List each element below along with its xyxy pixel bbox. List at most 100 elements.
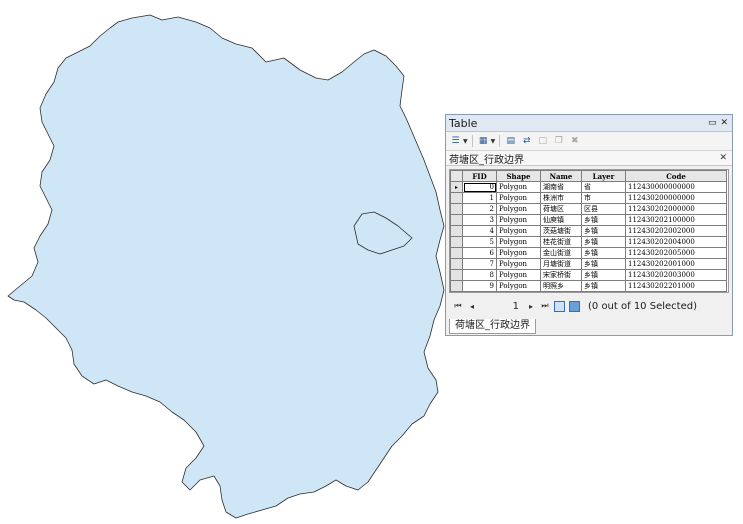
row-selector[interactable] [450,258,463,270]
close-icon[interactable]: ✕ [720,118,728,128]
cell-shape[interactable]: Polygon [496,181,541,193]
cell-name[interactable]: 明照乡 [540,280,582,292]
cell-layer[interactable]: 省 [581,181,626,193]
last-record-icon[interactable]: ⏭ [540,301,550,311]
related-tables-icon[interactable]: ▦ [477,135,490,147]
row-selector[interactable] [450,192,463,204]
cell-shape[interactable]: Polygon [496,280,541,292]
delete-selected-icon[interactable]: ✖ [568,135,581,147]
next-record-icon[interactable]: ▸ [526,302,536,311]
cell-name[interactable]: 茨菇塘街 [540,225,582,237]
cell-fid[interactable]: 9 [462,280,497,292]
cell-shape[interactable]: Polygon [496,247,541,259]
bottom-layer-tab[interactable]: 荷塘区_行政边界 [449,319,536,334]
table-options-dropdown-icon[interactable]: ▼ [463,138,468,145]
switch-selection-icon[interactable]: ⇄ [520,135,533,147]
cell-fid[interactable]: 6 [462,247,497,259]
cell-code[interactable]: 112430202003000 [625,269,727,281]
cell-code[interactable]: 112430202100000 [625,214,727,226]
cell-name[interactable]: 桂花街道 [540,236,582,248]
show-selected-records-icon[interactable] [569,300,580,312]
row-selector[interactable] [450,203,463,215]
table-row[interactable]: 1 Polygon 株洲市市 112430200000000 [450,192,727,204]
cell-shape[interactable]: Polygon [496,192,541,204]
cell-layer[interactable]: 乡镇 [581,269,626,281]
cell-code[interactable]: 112430202000000 [625,203,727,215]
cell-name[interactable]: 宋家桥街 [540,269,582,281]
cell-layer[interactable]: 乡镇 [581,214,626,226]
row-selector[interactable] [450,236,463,248]
cell-name[interactable]: 月塘街道 [540,258,582,270]
cell-layer[interactable]: 乡镇 [581,258,626,270]
show-all-records-icon[interactable] [554,300,565,312]
cell-fid[interactable]: 7 [462,258,497,270]
cell-code[interactable]: 112430202001000 [625,258,727,270]
cell-fid[interactable]: 2 [462,203,497,215]
cell-layer[interactable]: 乡镇 [581,247,626,259]
related-tables-dropdown-icon[interactable]: ▼ [491,138,496,145]
table-row[interactable]: 9 Polygon 明照乡 乡镇 112430202201000 [450,280,727,292]
cell-layer[interactable]: 乡镇 [581,225,626,237]
cell-code[interactable]: 112430000000000 [625,181,727,193]
row-selector-header[interactable] [450,170,463,182]
cell-code[interactable]: 112430202004000 [625,236,727,248]
attribute-grid[interactable]: FID Shape Name Layer Code ▸ 0 Polygon 湖南省省 1… [449,169,729,293]
cell-code[interactable]: 112430202005000 [625,247,727,259]
previous-record-icon[interactable]: ◂ [467,302,477,311]
clear-selection-icon[interactable]: □ [536,135,549,147]
table-row[interactable]: 6 Polygon 金山街道 乡镇 112430202005000 [450,247,727,259]
cell-code[interactable]: 112430200000000 [625,192,727,204]
row-selector[interactable] [450,214,463,226]
row-selector[interactable] [450,269,463,281]
cell-name[interactable]: 湖南省 [540,181,582,193]
column-header-code[interactable]: Code [625,170,727,182]
cell-fid[interactable]: 0 [462,181,497,193]
cell-code[interactable]: 112430202201000 [625,280,727,292]
cell-fid[interactable]: 4 [462,225,497,237]
cell-name[interactable]: 荷塘区 [540,203,582,215]
row-selector[interactable] [450,247,463,259]
cell-name[interactable]: 金山街道 [540,247,582,259]
cell-fid[interactable]: 1 [462,192,497,204]
cell-code[interactable]: 112430202002000 [625,225,727,237]
attribute-table-window[interactable]: Table ▭ ✕ ☰ ▼ ▦ ▼ ▤ ⇄ □ ❐ ✖ 荷塘区_行政边界 ✕ F… [445,114,733,336]
cell-name[interactable]: 株洲市 [540,192,582,204]
table-row[interactable]: 2 Polygon 荷塘区 区县 112430202000000 [450,203,727,215]
cell-layer[interactable]: 乡镇 [581,280,626,292]
first-record-icon[interactable]: ⏮ [453,301,463,311]
close-layer-tab-icon[interactable]: ✕ [719,153,727,163]
cell-fid[interactable]: 5 [462,236,497,248]
table-options-icon[interactable]: ☰ [449,135,462,147]
cell-name[interactable]: 仙庾镇 [540,214,582,226]
copy-selected-icon[interactable]: ❐ [552,135,565,147]
pin-icon[interactable]: ▭ [708,118,717,128]
column-header-layer[interactable]: Layer [581,170,626,182]
column-header-shape[interactable]: Shape [496,170,541,182]
cell-shape[interactable]: Polygon [496,269,541,281]
row-selector[interactable] [450,280,463,292]
table-row[interactable]: 3 Polygon 仙庾镇 乡镇 112430202100000 [450,214,727,226]
cell-fid[interactable]: 3 [462,214,497,226]
cell-shape[interactable]: Polygon [496,225,541,237]
cell-shape[interactable]: Polygon [496,236,541,248]
table-row[interactable]: 5 Polygon 桂花街道 乡镇 112430202004000 [450,236,727,248]
province-polygon[interactable] [7,14,445,519]
current-record-field[interactable]: 1 [481,301,522,312]
column-header-fid[interactable]: FID [462,170,497,182]
cell-shape[interactable]: Polygon [496,258,541,270]
table-row[interactable]: 8 Polygon 宋家桥街 乡镇 112430202003000 [450,269,727,281]
select-by-attributes-icon[interactable]: ▤ [504,135,517,147]
cell-layer[interactable]: 乡镇 [581,236,626,248]
cell-fid[interactable]: 8 [462,269,497,281]
table-row[interactable]: 7 Polygon 月塘街道 乡镇 112430202001000 [450,258,727,270]
row-selector[interactable] [450,225,463,237]
cell-layer[interactable]: 区县 [581,203,626,215]
cell-shape[interactable]: Polygon [496,203,541,215]
table-row[interactable]: 4 Polygon 茨菇塘街 乡镇 112430202002000 [450,225,727,237]
row-selector[interactable]: ▸ [450,181,463,193]
table-titlebar[interactable]: Table ▭ ✕ [446,115,732,132]
table-row[interactable]: ▸ 0 Polygon 湖南省省 112430000000000 [450,181,727,193]
cell-shape[interactable]: Polygon [496,214,541,226]
cell-layer[interactable]: 市 [581,192,626,204]
column-header-name[interactable]: Name [540,170,582,182]
